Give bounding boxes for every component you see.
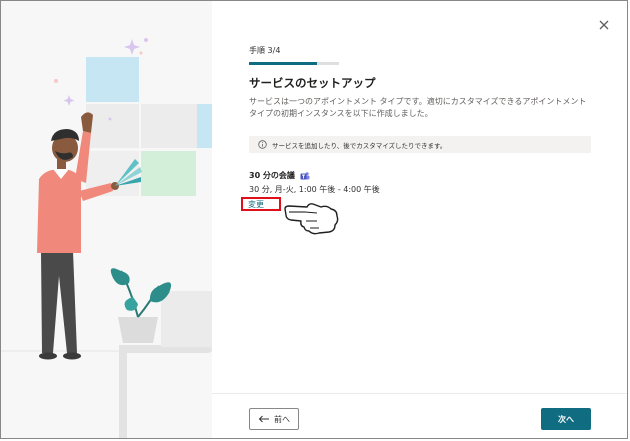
- change-service-link[interactable]: 変更: [241, 197, 281, 211]
- info-message: サービスを追加したり、後でカスタマイズしたりできます。: [272, 141, 447, 150]
- info-bar: サービスを追加したり、後でカスタマイズしたりできます。: [249, 136, 591, 153]
- next-button[interactable]: 次へ: [541, 408, 591, 430]
- info-icon: [258, 140, 267, 149]
- pointing-hand-icon: [284, 203, 339, 235]
- step-label: 手順 3/4: [249, 46, 281, 55]
- service-name-row: 30 分の会議: [249, 170, 310, 181]
- service-name: 30 分の会議: [249, 171, 295, 180]
- illustration-panel: [1, 1, 212, 438]
- step-progress-fill: [249, 62, 317, 65]
- close-icon[interactable]: [597, 18, 611, 32]
- wizard-dialog: 手順 3/4 サービスのセットアップ サービスは一つのアポイントメント タイプで…: [0, 0, 628, 439]
- back-button[interactable]: 前へ: [249, 408, 299, 430]
- service-detail: 30 分, 月-火, 1:00 午後 - 4:00 午後: [249, 185, 380, 194]
- back-button-label: 前へ: [274, 414, 290, 424]
- page-title: サービスのセットアップ: [249, 76, 376, 90]
- teams-icon: [300, 171, 310, 179]
- setup-illustration: [1, 1, 212, 438]
- arrow-left-icon: [258, 415, 269, 423]
- page-description: サービスは一つのアポイントメント タイプです。適切にカスタマイズできるアポイント…: [249, 97, 587, 118]
- footer-divider: [212, 393, 627, 394]
- step-progress-bar: [249, 62, 339, 65]
